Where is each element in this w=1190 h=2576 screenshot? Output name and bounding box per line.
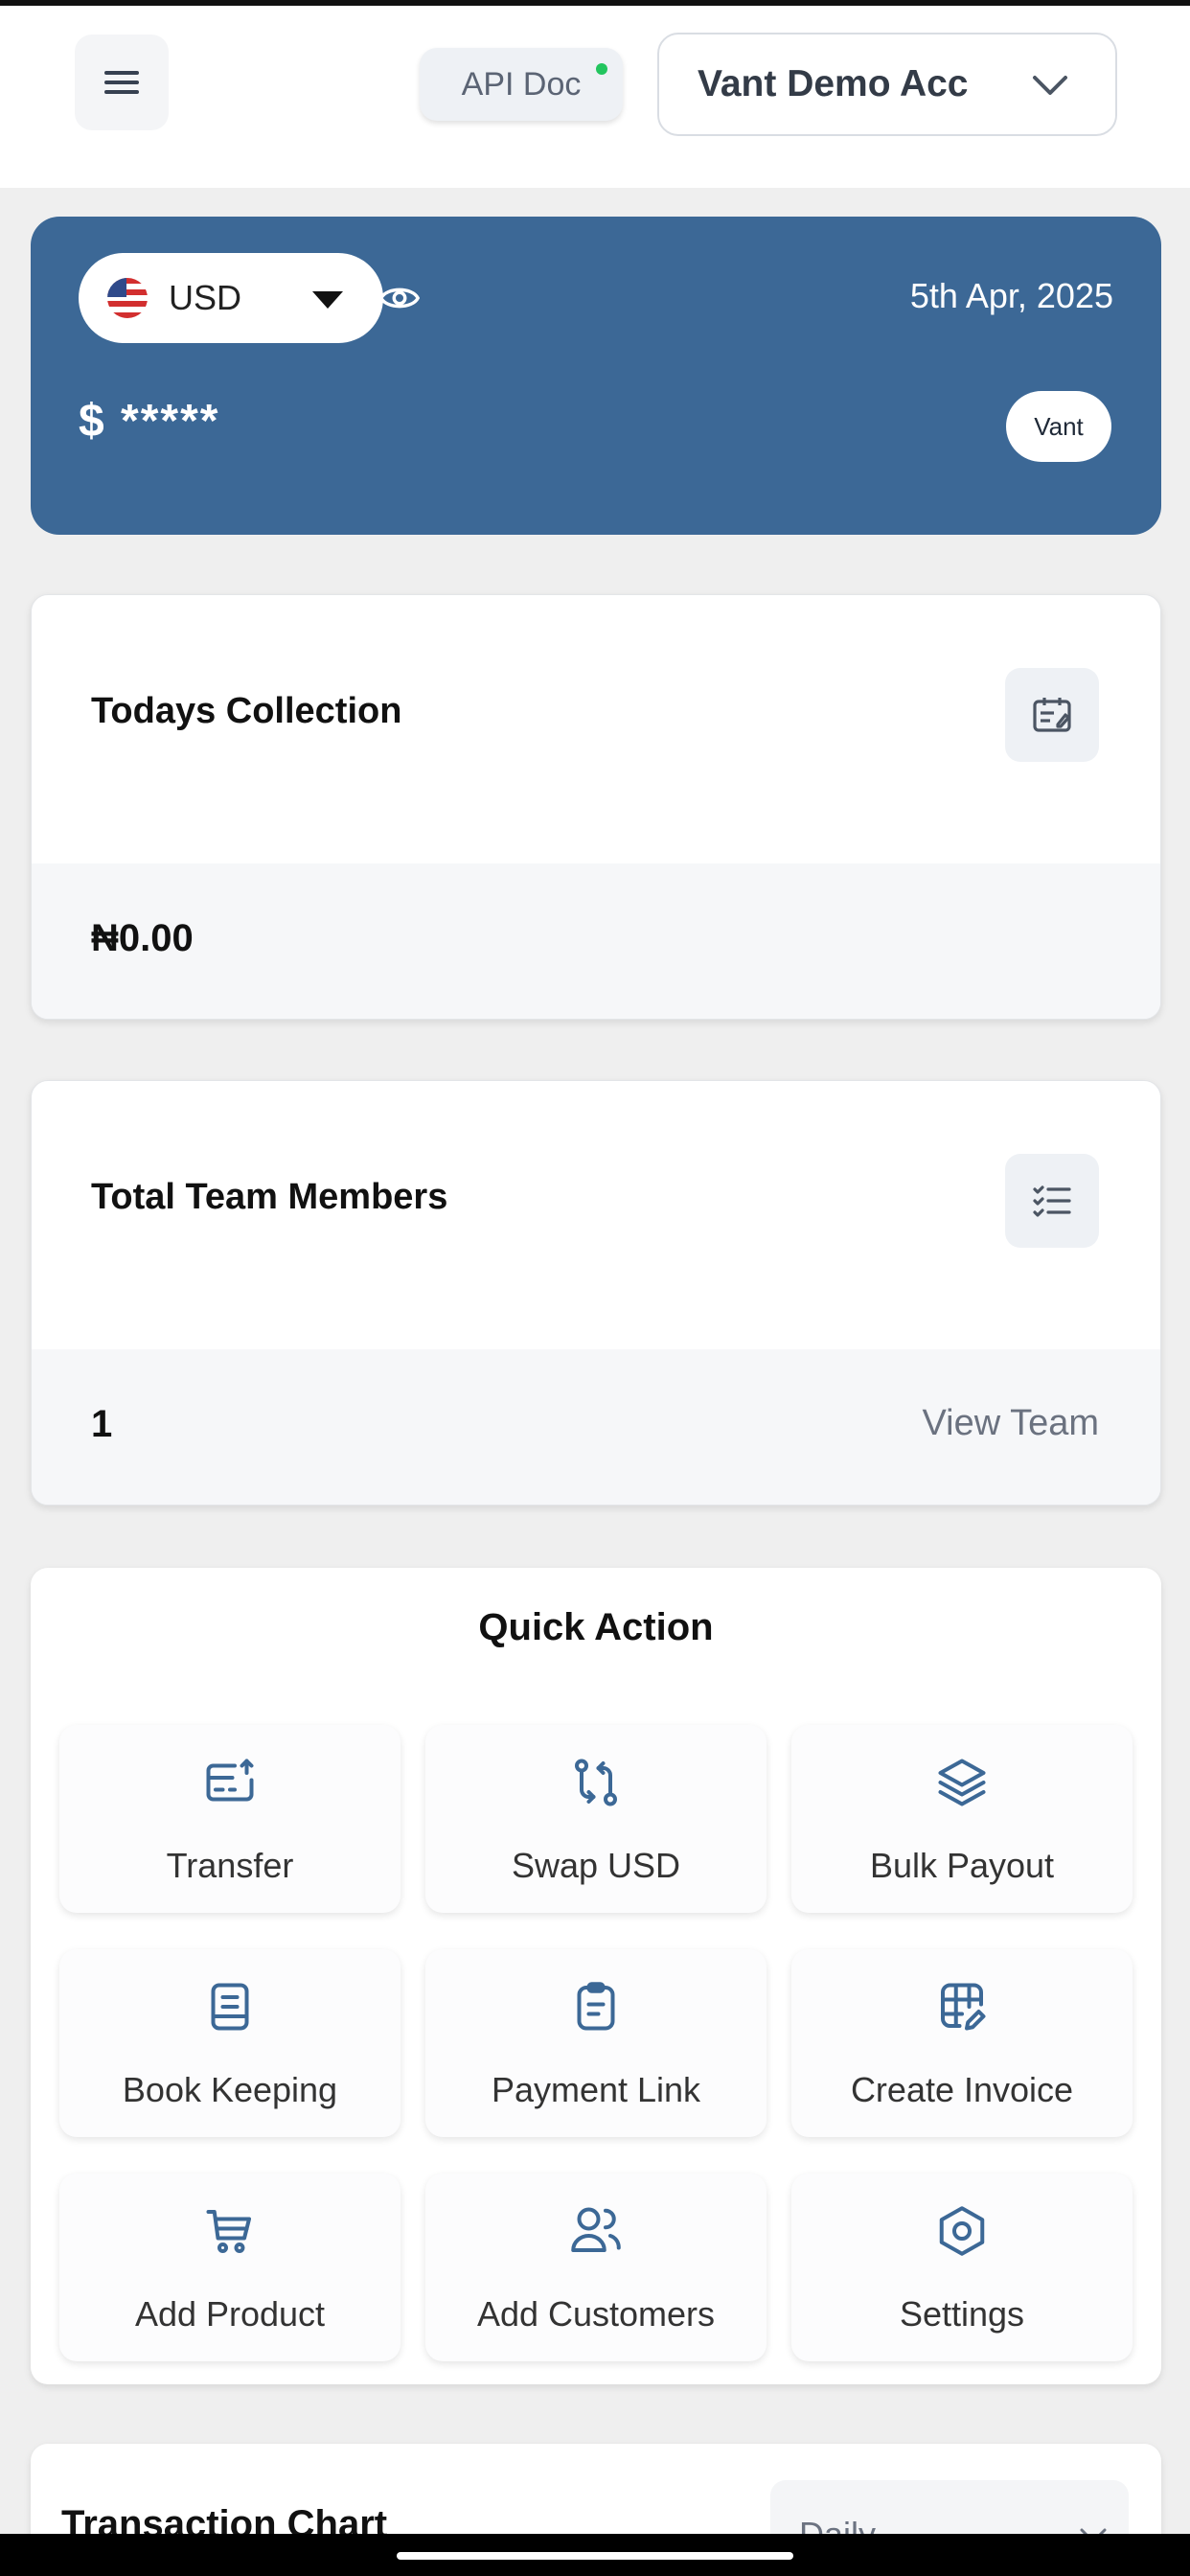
checklist-icon-box — [1005, 1154, 1099, 1248]
todays-collection-title: Todays Collection — [91, 691, 402, 731]
chevron-down-icon — [1033, 76, 1067, 95]
caret-down-icon — [312, 291, 343, 309]
api-doc-label: API Doc — [461, 65, 582, 103]
action-label: Book Keeping — [122, 2070, 338, 2109]
account-name: Vant Demo Acc — [698, 63, 969, 104]
todays-collection-card: Todays Collection ₦0.00 — [31, 594, 1161, 1020]
team-members-card: Total Team Members 1 View Team — [31, 1080, 1161, 1506]
todays-collection-footer: ₦0.00 — [32, 863, 1160, 1019]
view-team-link[interactable]: View Team — [923, 1403, 1099, 1444]
hamburger-menu-icon — [104, 71, 139, 94]
system-navigation-bar — [0, 2534, 1190, 2576]
grid-edit-icon — [941, 1983, 986, 2031]
action-label: Swap USD — [511, 1846, 681, 1885]
menu-button[interactable] — [75, 34, 169, 130]
team-members-count: 1 — [91, 1403, 113, 1445]
team-members-title: Total Team Members — [91, 1177, 448, 1217]
cart-icon — [206, 2210, 251, 2254]
action-label: Payment Link — [491, 2070, 701, 2109]
action-book-keeping[interactable]: Book Keeping — [59, 1949, 400, 2137]
api-status-dot — [596, 63, 607, 75]
balance-date: 5th Apr, 2025 — [909, 276, 1113, 315]
action-add-customers[interactable]: Add Customers — [425, 2174, 767, 2361]
action-transfer[interactable]: Transfer — [59, 1725, 400, 1913]
action-swap-usd[interactable]: Swap USD — [425, 1725, 767, 1913]
balance-card: USD 5th Apr, 2025 $ ***** Vant — [31, 217, 1161, 535]
us-flag-icon — [107, 278, 148, 318]
top-bar: API Doc Vant Demo Acc — [0, 0, 1190, 188]
quick-action-title: Quick Action — [478, 1606, 714, 1648]
clipboard-icon — [577, 1982, 615, 2031]
users-icon — [571, 2207, 621, 2252]
action-label: Add Product — [134, 2294, 326, 2334]
team-members-footer: 1 View Team — [32, 1349, 1160, 1505]
action-label: Bulk Payout — [869, 1846, 1055, 1885]
currency-code: USD — [169, 278, 242, 317]
todays-collection-value: ₦0.00 — [91, 917, 194, 959]
account-selector[interactable]: Vant Demo Acc — [657, 33, 1117, 136]
eye-icon[interactable] — [378, 276, 422, 320]
action-payment-link[interactable]: Payment Link — [425, 1949, 767, 2137]
quick-action-card: Quick Action Transfer Swap USD Bulk Payo… — [31, 1568, 1161, 2384]
calendar-edit-icon-box — [1005, 668, 1099, 762]
action-create-invoice[interactable]: Create Invoice — [791, 1949, 1133, 2137]
action-label: Transfer — [166, 1846, 294, 1885]
api-doc-button[interactable]: API Doc — [420, 48, 623, 121]
brand-badge: Vant — [1006, 391, 1111, 462]
action-label: Create Invoice — [850, 2070, 1074, 2109]
action-add-product[interactable]: Add Product — [59, 2174, 400, 2361]
transfer-icon — [206, 1759, 254, 1802]
notebook-icon — [211, 1983, 249, 2031]
action-label: Add Customers — [476, 2294, 716, 2334]
balance-amount: $ ***** — [79, 396, 220, 447]
action-settings[interactable]: Settings — [791, 2174, 1133, 2361]
layers-icon — [938, 1759, 986, 1806]
home-indicator[interactable] — [397, 2552, 793, 2560]
calendar-edit-icon — [1033, 698, 1071, 732]
swap-icon — [575, 1759, 617, 1806]
currency-selector[interactable]: USD — [79, 253, 383, 343]
action-bulk-payout[interactable]: Bulk Payout — [791, 1725, 1133, 1913]
checklist-icon — [1033, 1185, 1071, 1217]
settings-hex-icon — [939, 2206, 985, 2256]
action-label: Settings — [899, 2294, 1025, 2334]
